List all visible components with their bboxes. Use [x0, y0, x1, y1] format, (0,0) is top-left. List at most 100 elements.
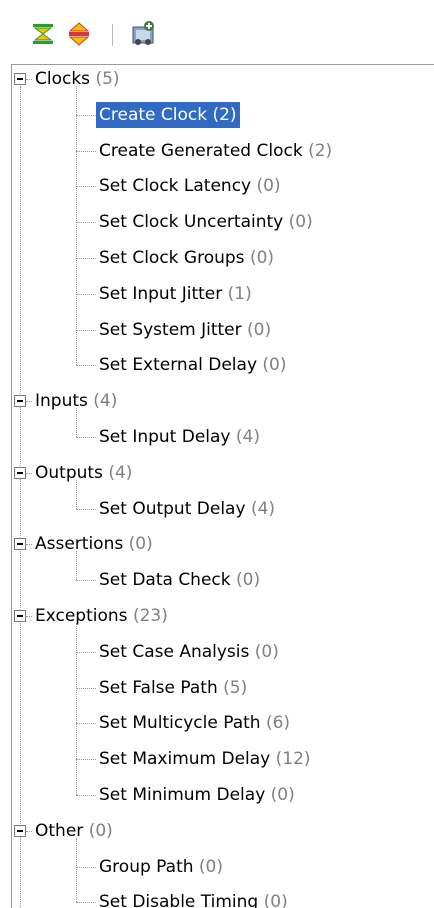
tree-group-clocks[interactable]: Clocks (5)	[32, 66, 123, 92]
tree-group-assertions[interactable]: Assertions (0)	[32, 531, 156, 557]
tree-connector	[76, 258, 96, 259]
tree-item-set-data-check[interactable]: Set Data Check (0)	[96, 567, 263, 593]
tree-item-set-system-jitter[interactable]: Set System Jitter (0)	[96, 317, 274, 343]
tree-connector	[76, 408, 77, 437]
tree-node-label: Set Case Analysis	[99, 641, 250, 662]
tree-node-label: Set Multicycle Path	[99, 713, 261, 734]
tree-node-count: (0)	[263, 892, 288, 908]
tree-connector	[76, 902, 96, 904]
tree-item-set-external-delay[interactable]: Set External Delay (0)	[96, 352, 290, 378]
tree-node-count: (0)	[88, 820, 113, 841]
tree-node-count: (5)	[95, 69, 120, 89]
tree-node-label: Set External Delay	[99, 355, 258, 376]
collapse-toggle-icon[interactable]	[14, 73, 26, 85]
toolbar-separator	[112, 24, 113, 46]
tree-connector	[76, 759, 96, 761]
tree-node-label: Assertions	[35, 534, 124, 555]
add-constraint-icon	[132, 21, 154, 45]
tree-node-count: (0)	[254, 641, 279, 662]
tree-item-create-generated-clock[interactable]: Create Generated Clock (2)	[96, 138, 335, 164]
tree-connector	[76, 723, 96, 725]
tree-connector	[76, 795, 96, 796]
tree-node-label: Create Clock	[99, 104, 208, 125]
tree-node-count: (12)	[275, 749, 311, 770]
tree-connector	[76, 222, 96, 224]
tree-node-count: (0)	[249, 248, 275, 268]
tree-node-count: (0)	[198, 856, 224, 877]
tree-node-label: Group Path	[99, 856, 194, 877]
tree-node-count: (1)	[227, 283, 252, 304]
tree-node-count: (0)	[256, 176, 281, 197]
tree-connector	[76, 437, 96, 438]
tree-connector	[76, 508, 96, 510]
tree-connector	[76, 293, 96, 295]
tree-connector	[76, 551, 77, 581]
collapse-toggle-icon[interactable]	[14, 466, 26, 479]
tree-node-count: (0)	[288, 212, 313, 233]
tree-node-count: (4)	[108, 462, 133, 483]
tree-connector	[76, 866, 96, 868]
tree-node-count: (0)	[128, 534, 153, 555]
tree-node-count: (2)	[308, 140, 333, 161]
expand-all-button[interactable]	[66, 22, 92, 46]
tree-item-set-output-delay[interactable]: Set Output Delay (4)	[96, 496, 278, 522]
tree-node-label: Set System Jitter	[99, 319, 242, 340]
toolbar	[0, 0, 434, 64]
tree-node-label: Exceptions	[35, 606, 128, 626]
tree-connector	[76, 186, 96, 188]
tree-node-label: Set Maximum Delay	[99, 749, 271, 770]
constraint-tree[interactable]: Clocks (5) Create Clock (2) Create Generat…	[11, 64, 434, 908]
tree-item-set-clock-latency[interactable]: Set Clock Latency (0)	[96, 173, 284, 199]
tree-connector	[76, 329, 96, 331]
tree-item-set-clock-groups[interactable]: Set Clock Groups (0)	[96, 245, 277, 271]
collapse-toggle-icon[interactable]	[14, 395, 26, 408]
tree-item-set-input-jitter[interactable]: Set Input Jitter (1)	[96, 281, 255, 307]
tree-connector	[76, 580, 96, 582]
tree-item-set-multicycle-path[interactable]: Set Multicycle Path (6)	[96, 710, 293, 736]
tree-connector	[76, 86, 77, 366]
tree-item-set-case-analysis[interactable]: Set Case Analysis (0)	[96, 639, 282, 665]
tree-item-set-false-path[interactable]: Set False Path (5)	[96, 675, 250, 701]
tree-node-count: (4)	[235, 427, 260, 447]
tree-node-label: Create Generated Clock	[99, 140, 303, 161]
tree-item-set-minimum-delay[interactable]: Set Minimum Delay (0)	[96, 782, 298, 808]
tree-group-exceptions[interactable]: Exceptions (23)	[32, 603, 171, 629]
collapse-toggle-icon[interactable]	[14, 824, 26, 837]
collapse-all-icon	[33, 24, 53, 44]
tree-connector	[20, 86, 21, 908]
tree-node-count: (4)	[250, 498, 276, 519]
tree-node-label: Set Clock Groups	[99, 248, 245, 268]
tree-node-label: Outputs	[35, 462, 103, 483]
tree-node-count: (5)	[223, 677, 248, 698]
tree-item-set-disable-timing[interactable]: Set Disable Timing (0)	[96, 889, 291, 908]
tree-item-create-clock[interactable]: Create Clock (2)	[96, 101, 240, 128]
tree-node-label: Set Output Delay	[99, 498, 246, 519]
tree-item-group-path[interactable]: Group Path (0)	[96, 854, 226, 880]
tree-group-outputs[interactable]: Outputs (4)	[32, 460, 135, 486]
collapse-toggle-icon[interactable]	[14, 610, 26, 622]
tree-node-label: Set Clock Uncertainty	[99, 212, 284, 233]
tree-node-label: Set Input Delay	[99, 427, 231, 447]
tree-node-count: (0)	[262, 355, 287, 376]
tree-node-label: Set Minimum Delay	[99, 785, 266, 805]
tree-node-label: Set Input Jitter	[99, 283, 223, 304]
tree-node-count: (23)	[132, 606, 168, 626]
tree-node-label: Set Clock Latency	[99, 176, 252, 197]
tree-node-count: (6)	[265, 713, 291, 734]
tree-node-count: (0)	[247, 319, 272, 340]
add-constraint-button[interactable]	[130, 21, 156, 46]
tree-node-label: Set Data Check	[99, 570, 231, 591]
tree-node-label: Inputs	[35, 391, 88, 412]
tree-connector	[76, 365, 96, 367]
tree-group-other[interactable]: Other (0)	[32, 818, 116, 844]
tree-connector	[76, 651, 96, 653]
collapse-all-button[interactable]	[30, 22, 56, 46]
tree-item-set-input-delay[interactable]: Set Input Delay (4)	[96, 424, 263, 450]
tree-connector	[76, 114, 96, 116]
tree-connector	[76, 837, 77, 903]
tree-node-label: Set Disable Timing	[99, 892, 259, 908]
collapse-toggle-icon[interactable]	[14, 538, 26, 551]
expand-all-icon	[68, 22, 90, 46]
tree-item-set-maximum-delay[interactable]: Set Maximum Delay (12)	[96, 746, 314, 772]
tree-item-set-clock-uncertainty[interactable]: Set Clock Uncertainty (0)	[96, 209, 316, 235]
